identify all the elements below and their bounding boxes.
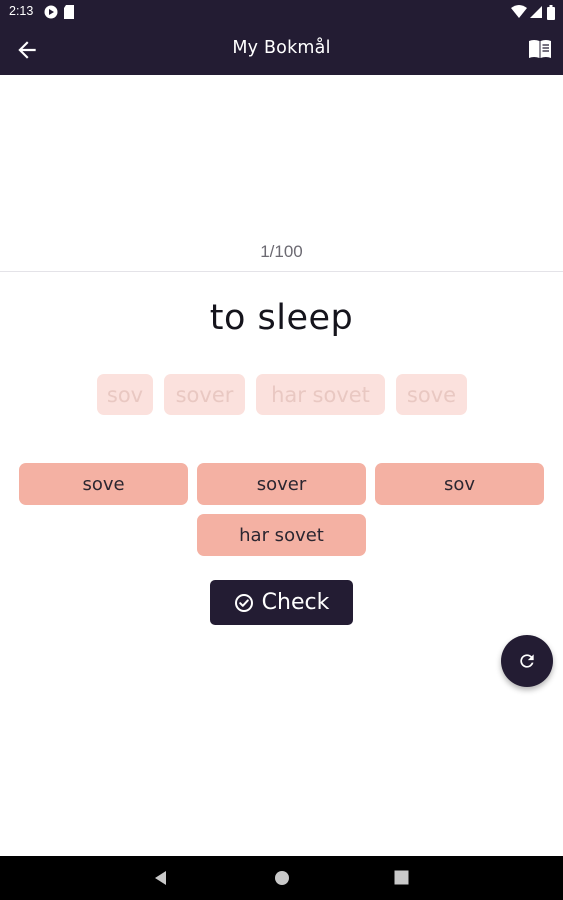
google-play-icon bbox=[44, 5, 58, 22]
answer-slot[interactable]: sover bbox=[164, 374, 245, 415]
progress-counter: 1/100 bbox=[260, 242, 303, 261]
check-circle-icon bbox=[234, 593, 254, 613]
wifi-icon bbox=[511, 5, 527, 22]
check-button[interactable]: Check bbox=[210, 580, 353, 625]
navigation-bar bbox=[0, 856, 563, 900]
status-bar: 2:13 bbox=[0, 0, 563, 24]
back-triangle-icon[interactable] bbox=[153, 870, 169, 890]
answer-slot[interactable]: sove bbox=[396, 374, 467, 415]
status-time: 2:13 bbox=[9, 4, 34, 18]
sd-card-icon bbox=[63, 5, 75, 22]
option-button[interactable]: har sovet bbox=[197, 514, 366, 556]
home-circle-icon[interactable] bbox=[274, 870, 290, 890]
book-icon[interactable] bbox=[528, 38, 552, 60]
app-bar: My Bokmål bbox=[0, 24, 563, 75]
refresh-icon bbox=[517, 651, 537, 671]
answer-slot[interactable]: har sovet bbox=[256, 374, 385, 415]
app-title: My Bokmål bbox=[232, 38, 331, 58]
recents-square-icon[interactable] bbox=[394, 870, 409, 889]
prompt-word: to sleep bbox=[209, 298, 354, 338]
option-button[interactable]: sov bbox=[375, 463, 544, 505]
option-button[interactable]: sove bbox=[19, 463, 188, 505]
signal-icon bbox=[529, 5, 543, 22]
divider bbox=[0, 271, 563, 272]
option-button[interactable]: sover bbox=[197, 463, 366, 505]
refresh-button[interactable] bbox=[501, 635, 553, 687]
check-button-label: Check bbox=[261, 590, 330, 615]
answer-slot[interactable]: sov bbox=[97, 374, 153, 415]
battery-icon bbox=[547, 5, 555, 23]
